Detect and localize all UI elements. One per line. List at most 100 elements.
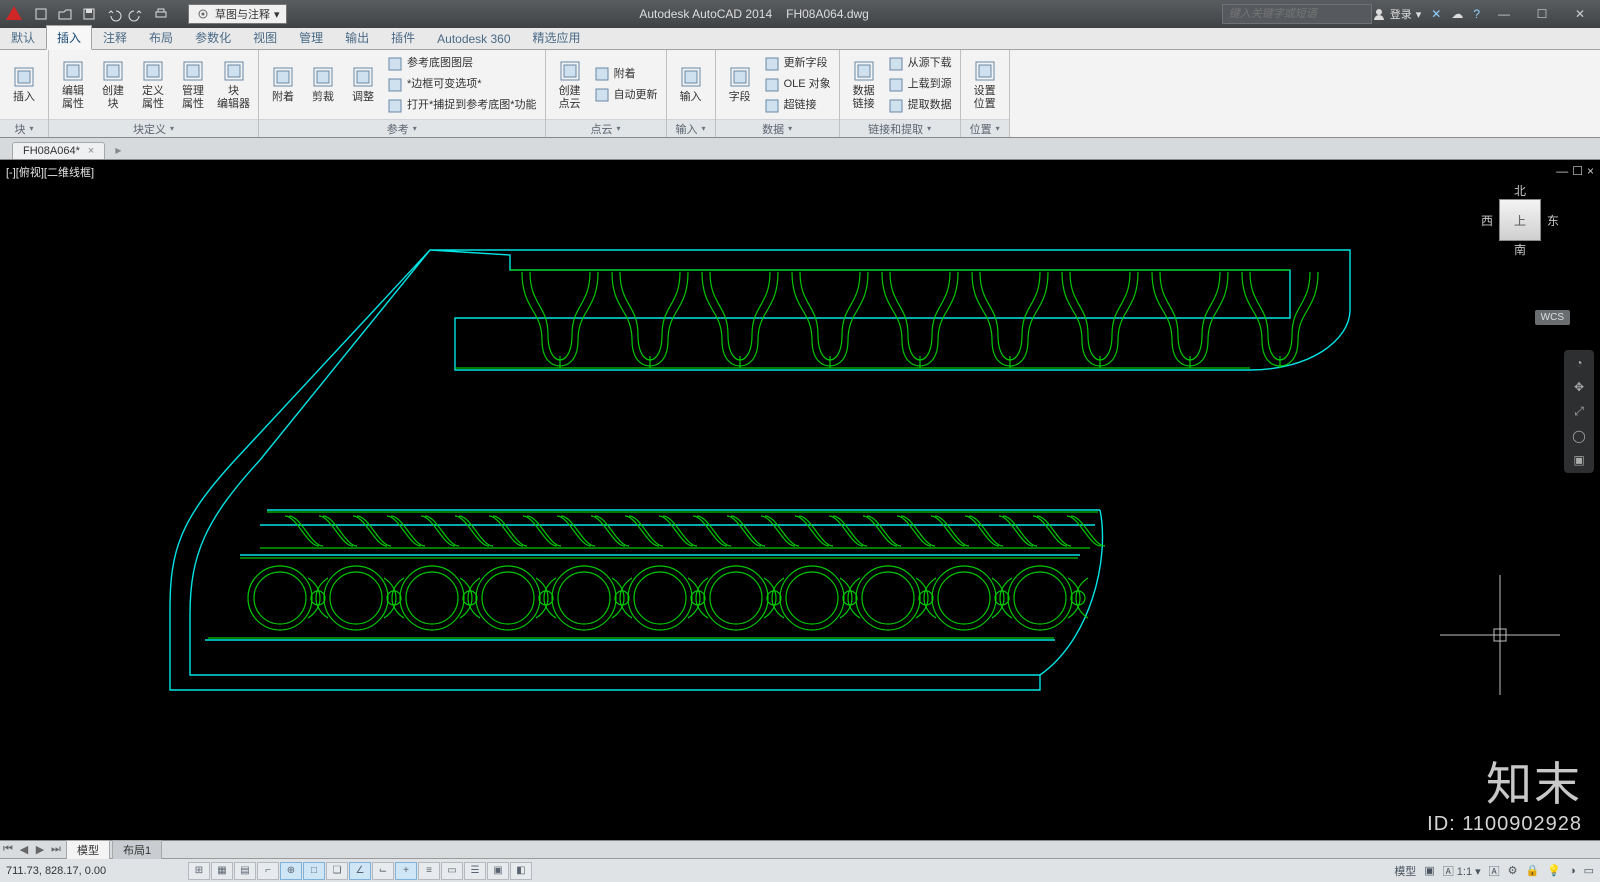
ribbon-btn-1-3[interactable]: 管理属性: [175, 57, 211, 111]
qat-redo-icon[interactable]: [126, 3, 148, 25]
status-btn-infer[interactable]: ⊞: [188, 862, 210, 880]
ribbon-smallbtn-2-1[interactable]: *边框可变选项*: [385, 75, 539, 95]
status-modelspace[interactable]: 模型: [1394, 863, 1416, 879]
clean-screen-icon[interactable]: ▭: [1584, 864, 1594, 877]
zoom-extents-icon[interactable]: ⤢: [1574, 404, 1584, 419]
wcs-badge[interactable]: WCS: [1535, 310, 1570, 325]
qat-undo-icon[interactable]: [102, 3, 124, 25]
ribbon-tab-9[interactable]: Autodesk 360: [426, 28, 521, 49]
status-btn-lwt[interactable]: ≡: [418, 862, 440, 880]
ribbon-tab-3[interactable]: 布局: [138, 25, 184, 49]
status-btn-3dosnap[interactable]: ❏: [326, 862, 348, 880]
ribbon-btn-3-0[interactable]: 创建点云: [552, 57, 588, 111]
status-btn-grid[interactable]: ▤: [234, 862, 256, 880]
viewcube-top-face[interactable]: 上: [1499, 199, 1541, 241]
status-btn-sc[interactable]: ▣: [487, 862, 509, 880]
viewcube-south[interactable]: 南: [1514, 241, 1526, 258]
help-icon[interactable]: ?: [1473, 7, 1480, 21]
ribbon-group-label[interactable]: 位置▾: [961, 119, 1009, 137]
isolate-objects-icon[interactable]: ◑: [1569, 865, 1576, 877]
maximize-button[interactable]: ☐: [1528, 4, 1556, 24]
ribbon-group-label[interactable]: 块定义▾: [49, 119, 258, 137]
ribbon-smallbtn-5-2[interactable]: 超链接: [762, 96, 833, 116]
status-ws-icon[interactable]: ⚙: [1508, 864, 1518, 877]
ribbon-group-label[interactable]: 链接和提取▾: [840, 119, 960, 137]
minimize-button[interactable]: —: [1490, 4, 1518, 24]
ribbon-tab-1[interactable]: 插入: [46, 25, 92, 50]
new-file-tab-icon[interactable]: ▸: [109, 141, 127, 159]
layout-tab-layout1[interactable]: 布局1: [112, 840, 162, 859]
status-btn-snap[interactable]: ▦: [211, 862, 233, 880]
ribbon-tab-7[interactable]: 输出: [334, 25, 380, 49]
ribbon-smallbtn-5-1[interactable]: OLE 对象: [762, 75, 833, 95]
status-btn-qp[interactable]: ☰: [464, 862, 486, 880]
ribbon-group-label[interactable]: 输入▾: [667, 119, 715, 137]
login-button[interactable]: 登录 ▾: [1372, 6, 1422, 22]
ribbon-tab-4[interactable]: 参数化: [184, 25, 242, 49]
ribbon-btn-5-0[interactable]: 字段: [722, 63, 758, 105]
drawing-area[interactable]: [-][俯视][二维线框] — ☐ ×: [0, 160, 1600, 840]
ribbon-btn-4-0[interactable]: 输入: [673, 63, 709, 105]
ribbon-btn-0-0[interactable]: 插入: [6, 63, 42, 105]
nav-wheel-icon[interactable]: ◔: [1575, 356, 1582, 370]
ribbon-group-label[interactable]: 参考▾: [259, 119, 545, 137]
coordinate-readout[interactable]: 711.73, 828.17, 0.00: [6, 865, 186, 877]
viewcube-east[interactable]: 东: [1547, 212, 1559, 229]
status-btn-ducs[interactable]: ⌙: [372, 862, 394, 880]
annotation-scale[interactable]: 🄰 1:1 ▾: [1443, 863, 1481, 879]
ribbon-btn-2-0[interactable]: 附着: [265, 63, 301, 105]
cloud-icon[interactable]: ☁: [1451, 7, 1463, 21]
layout-tab-model[interactable]: 模型: [66, 840, 110, 859]
ribbon-btn-7-0[interactable]: 设置位置: [967, 57, 1003, 111]
ribbon-btn-2-1[interactable]: 剪裁: [305, 63, 341, 105]
layout-nav-last-icon[interactable]: ⏭: [48, 843, 64, 856]
ribbon-smallbtn-3-0[interactable]: 附着: [592, 64, 660, 84]
status-lock-icon[interactable]: 🔒: [1526, 864, 1540, 877]
ribbon-smallbtn-6-2[interactable]: 提取数据: [886, 96, 954, 116]
ribbon-btn-1-2[interactable]: 定义属性: [135, 57, 171, 111]
viewcube[interactable]: 北 西 上 东 南: [1460, 182, 1580, 302]
ribbon-btn-1-1[interactable]: 创建块: [95, 57, 131, 111]
ribbon-smallbtn-5-0[interactable]: 更新字段: [762, 54, 833, 74]
ribbon-btn-2-2[interactable]: 调整: [345, 63, 381, 105]
showmotion-icon[interactable]: ▣: [1573, 453, 1584, 467]
search-input[interactable]: [1222, 4, 1372, 24]
layout-nav-next-icon[interactable]: ▶: [32, 843, 48, 856]
file-tab[interactable]: FH08A064* ×: [12, 142, 105, 159]
qat-new-icon[interactable]: [30, 3, 52, 25]
ribbon-smallbtn-3-1[interactable]: 自动更新: [592, 85, 660, 105]
qat-save-icon[interactable]: [78, 3, 100, 25]
ribbon-tab-0[interactable]: 默认: [0, 25, 46, 49]
layout-nav-prev-icon[interactable]: ◀: [16, 843, 32, 856]
app-menu-icon[interactable]: [0, 0, 28, 28]
ribbon-tab-5[interactable]: 视图: [242, 25, 288, 49]
status-layout-icon[interactable]: ▣: [1424, 864, 1434, 877]
ribbon-group-label[interactable]: 数据▾: [716, 119, 839, 137]
viewcube-north[interactable]: 北: [1514, 182, 1526, 199]
ribbon-tab-6[interactable]: 管理: [288, 25, 334, 49]
status-btn-polar[interactable]: ⊕: [280, 862, 302, 880]
viewcube-west[interactable]: 西: [1481, 212, 1493, 229]
ribbon-tab-10[interactable]: 精选应用: [522, 25, 592, 49]
ribbon-smallbtn-6-1[interactable]: 上载到源: [886, 75, 954, 95]
ribbon-btn-6-0[interactable]: 数据链接: [846, 57, 882, 111]
ribbon-tab-8[interactable]: 插件: [380, 25, 426, 49]
file-tab-close-icon[interactable]: ×: [88, 145, 94, 157]
qat-open-icon[interactable]: [54, 3, 76, 25]
ribbon-smallbtn-2-0[interactable]: 参考底图图层: [385, 54, 539, 74]
ribbon-smallbtn-2-2[interactable]: 打开*捕捉到参考底图*功能: [385, 96, 539, 116]
ribbon-tab-2[interactable]: 注释: [92, 25, 138, 49]
qat-print-icon[interactable]: [150, 3, 172, 25]
ribbon-group-label[interactable]: 块▾: [0, 119, 48, 137]
annotation-visibility-icon[interactable]: 🄰: [1489, 863, 1500, 879]
ribbon-group-label[interactable]: 点云▾: [546, 119, 666, 137]
status-btn-tpy[interactable]: ▭: [441, 862, 463, 880]
status-btn-otrack[interactable]: ∠: [349, 862, 371, 880]
layout-nav-first-icon[interactable]: ⏮: [0, 843, 16, 856]
status-btn-dyn[interactable]: +: [395, 862, 417, 880]
ribbon-btn-1-0[interactable]: 编辑属性: [55, 57, 91, 111]
status-btn-ortho[interactable]: ⌐: [257, 862, 279, 880]
orbit-icon[interactable]: ◯: [1572, 429, 1585, 443]
exchange-icon[interactable]: ✕: [1431, 7, 1441, 21]
status-btn-osnap[interactable]: □: [303, 862, 325, 880]
